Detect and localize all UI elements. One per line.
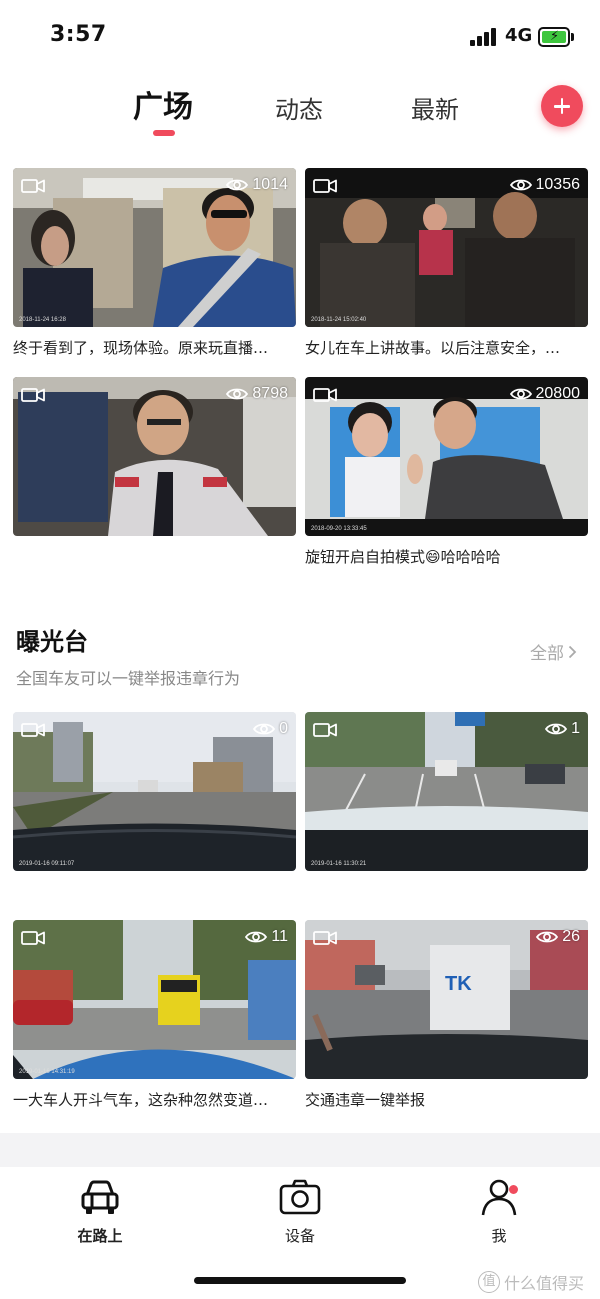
view-count-value: 1014 (252, 176, 288, 193)
video-thumbnail[interactable]: 8798 (13, 377, 296, 536)
eye-icon (510, 178, 532, 192)
status-bar: 3:57 4G ⚡ (0, 0, 600, 70)
nav-item-device[interactable]: 设备 (250, 1177, 350, 1246)
person-icon (481, 1179, 517, 1216)
view-count-value: 10356 (535, 176, 581, 193)
eye-icon (510, 387, 532, 401)
nav-label: 设备 (284, 1227, 315, 1245)
exposure-card[interactable]: 1 2019-01-16 11:30:21 (305, 712, 588, 871)
feed-card[interactable]: 10356 2018-11-24 15:02:40 女儿在车上讲故事。以后注意安… (305, 168, 588, 359)
svg-text:TK: TK (445, 973, 472, 995)
network-type: 4G (505, 25, 533, 46)
watermark: 值 什么值得买 (478, 1270, 584, 1294)
tab-square[interactable]: 广场 (133, 82, 193, 126)
timestamp-overlay: 2018-11-24 15:02:40 (311, 317, 367, 323)
view-count-value: 1 (571, 720, 580, 737)
video-thumbnail[interactable]: 1 2019-01-16 11:30:21 (305, 712, 588, 871)
video-caption[interactable]: 旋钮开启自拍模式😄哈哈哈哈 (305, 546, 588, 568)
view-count-value: 0 (279, 720, 288, 737)
nav-label: 在路上 (77, 1227, 123, 1245)
section-divider (0, 1133, 600, 1167)
nav-item-me[interactable]: 我 (449, 1177, 549, 1246)
nav-item-on-road[interactable]: 在路上 (50, 1177, 150, 1246)
view-count: 26 (536, 926, 580, 948)
video-camera-icon (21, 178, 45, 194)
video-camera-icon (313, 722, 337, 738)
view-count: 1014 (226, 174, 288, 196)
timestamp-overlay: 2018-09-20 13:33:45 (311, 526, 367, 532)
video-caption[interactable]: 交通违章一键举报 (305, 1089, 588, 1111)
feed-card[interactable]: 20800 2018-09-20 13:33:45 旋钮开启自拍模式😄哈哈哈哈 (305, 377, 588, 568)
eye-icon (536, 930, 558, 944)
exposure-card[interactable]: 11 2019-01-16 14:31:19 一大车人开斗气车，这杂种忽然变道… (13, 920, 296, 1111)
video-thumbnail[interactable]: 1014 2018-11-24 16:28 (13, 168, 296, 327)
video-camera-icon (21, 387, 45, 403)
view-count-value: 26 (562, 928, 580, 945)
see-all-link[interactable]: 全部 (530, 639, 577, 664)
add-post-button[interactable] (541, 85, 583, 127)
timestamp-overlay: 2019-01-16 14:31:19 (19, 1069, 75, 1075)
signal-icon (470, 28, 498, 46)
view-count-value: 20800 (535, 385, 581, 402)
video-camera-icon (21, 722, 45, 738)
video-thumbnail[interactable]: 20800 2018-09-20 13:33:45 (305, 377, 588, 536)
eye-icon (226, 387, 248, 401)
notification-badge (509, 1185, 518, 1194)
eye-icon (545, 722, 567, 736)
view-count: 20800 (510, 383, 581, 405)
video-caption[interactable]: 一大车人开斗气车，这杂种忽然变道… (13, 1089, 296, 1111)
nav-label: 我 (491, 1227, 507, 1245)
camera-icon (279, 1179, 321, 1215)
section-subtitle: 全国车友可以一键举报违章行为 (16, 669, 241, 688)
video-camera-icon (313, 930, 337, 946)
video-thumbnail[interactable]: TK 26 (305, 920, 588, 1079)
timestamp-overlay: 2018-11-24 16:28 (19, 317, 66, 323)
video-thumbnail[interactable]: 0 2019-01-16 09:11:07 (13, 712, 296, 871)
video-caption[interactable]: 女儿在车上讲故事。以后注意安全，… (305, 337, 588, 359)
video-caption[interactable]: 终于看到了，现场体验。原来玩直播… (13, 337, 296, 359)
see-all-label: 全部 (530, 644, 564, 664)
battery-icon: ⚡ (538, 27, 574, 47)
chevron-right-icon (568, 645, 577, 658)
video-camera-icon (313, 387, 337, 403)
top-tabs: 广场 动态 最新 (0, 80, 600, 140)
view-count-value: 11 (271, 928, 288, 945)
eye-icon (245, 930, 267, 944)
status-time: 3:57 (50, 22, 107, 47)
watermark-logo: 值 (478, 1271, 500, 1293)
timestamp-overlay: 2019-01-16 11:30:21 (311, 861, 367, 867)
view-count: 1 (545, 718, 580, 740)
watermark-text: 什么值得买 (504, 1274, 585, 1293)
exposure-card[interactable]: 0 2019-01-16 09:11:07 (13, 712, 296, 871)
video-camera-icon (313, 178, 337, 194)
video-thumbnail[interactable]: 11 2019-01-16 14:31:19 (13, 920, 296, 1079)
active-tab-indicator (153, 130, 175, 136)
view-count: 10356 (510, 174, 581, 196)
home-indicator[interactable] (194, 1277, 406, 1284)
view-count: 8798 (226, 383, 288, 405)
car-icon (81, 1180, 119, 1214)
tab-activity[interactable]: 动态 (275, 90, 323, 125)
video-camera-icon (21, 930, 45, 946)
view-count: 11 (245, 926, 288, 948)
eye-icon (226, 178, 248, 192)
timestamp-overlay: 2019-01-16 09:11:07 (19, 861, 75, 867)
section-title: 曝光台 (16, 628, 88, 656)
feed-card[interactable]: 8798 (13, 377, 296, 536)
view-count-value: 8798 (252, 385, 288, 402)
feed-card[interactable]: 1014 2018-11-24 16:28 终于看到了，现场体验。原来玩直播… (13, 168, 296, 359)
eye-icon (253, 722, 275, 736)
exposure-card[interactable]: TK 26 交通违章一键举报 (305, 920, 588, 1111)
tab-latest[interactable]: 最新 (411, 90, 459, 125)
video-thumbnail[interactable]: 10356 2018-11-24 15:02:40 (305, 168, 588, 327)
view-count: 0 (253, 718, 288, 740)
